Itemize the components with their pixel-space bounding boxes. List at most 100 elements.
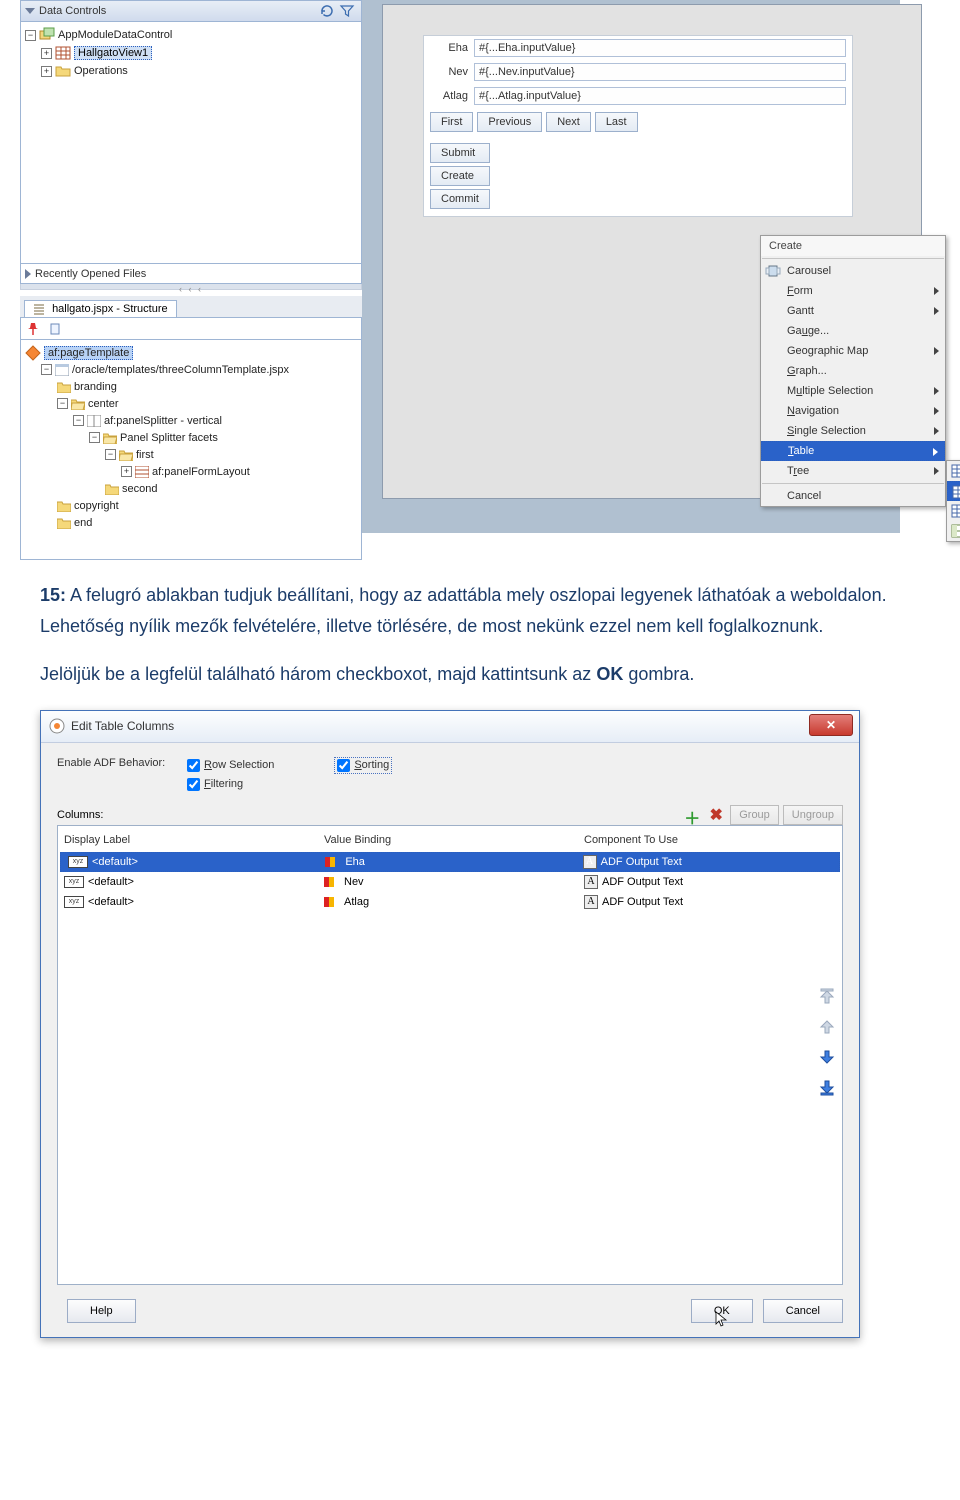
ctx-carousel[interactable]: Carousel bbox=[761, 261, 945, 281]
struct-label: af:panelSplitter - vertical bbox=[104, 415, 222, 427]
create-button[interactable]: Create bbox=[430, 166, 490, 186]
structure-tab[interactable]: hallgato.jspx - Structure bbox=[24, 300, 177, 317]
move-up-button[interactable] bbox=[816, 1016, 838, 1038]
struct-first[interactable]: − first bbox=[21, 446, 361, 463]
plus-icon[interactable]: + bbox=[121, 466, 132, 477]
reorder-arrows bbox=[816, 986, 838, 1098]
ctx-label: Graph... bbox=[787, 365, 827, 377]
ctx-geomap[interactable]: Geographic Map bbox=[761, 341, 945, 361]
struct-center[interactable]: −center bbox=[21, 395, 361, 412]
minus-icon[interactable]: − bbox=[41, 364, 52, 375]
row-selection-input[interactable] bbox=[187, 759, 200, 772]
filtering-checkbox[interactable]: Filtering bbox=[187, 778, 243, 791]
ctx-singlesel[interactable]: Single Selection bbox=[761, 421, 945, 441]
ctx-gantt[interactable]: Gantt bbox=[761, 301, 945, 321]
freeze-icon[interactable] bbox=[47, 321, 63, 337]
grid-row-eha[interactable]: xyz<default> Eha AADF Output Text bbox=[60, 852, 840, 872]
minus-icon[interactable]: − bbox=[73, 415, 84, 426]
sorting-checkbox[interactable]: Sorting bbox=[334, 757, 392, 774]
move-top-button[interactable] bbox=[816, 986, 838, 1008]
filter-icon[interactable] bbox=[339, 3, 355, 19]
refresh-icon[interactable] bbox=[319, 3, 335, 19]
close-button[interactable]: ✕ bbox=[809, 714, 853, 736]
atlag-input[interactable] bbox=[474, 87, 846, 105]
create-context-menu[interactable]: Create Carousel Form Gantt Gauge... Geog… bbox=[760, 235, 946, 507]
minus-icon[interactable]: − bbox=[25, 30, 36, 41]
eha-input[interactable] bbox=[474, 39, 846, 57]
last-button[interactable]: Last bbox=[595, 112, 638, 132]
move-bottom-button[interactable] bbox=[816, 1076, 838, 1098]
sub-readonly-table[interactable]: ADF Read-only Table... bbox=[947, 481, 960, 501]
ctx-form[interactable]: Form bbox=[761, 281, 945, 301]
struct-facets[interactable]: − Panel Splitter facets bbox=[21, 429, 361, 446]
grid-row-atlag[interactable]: xyz<default> Atlag AADF Output Text bbox=[60, 892, 840, 912]
sub-dynamic-table[interactable]: ADF Read-Only Dynamic Table bbox=[947, 501, 960, 521]
struct-copyright[interactable]: copyright bbox=[21, 497, 361, 514]
ctx-gauge[interactable]: Gauge... bbox=[761, 321, 945, 341]
template-icon bbox=[55, 364, 69, 376]
form-field-eha: Eha bbox=[424, 36, 852, 60]
submenu-arrow-icon bbox=[934, 287, 939, 295]
struct-label: Panel Splitter facets bbox=[120, 432, 218, 444]
sorting-input[interactable] bbox=[337, 759, 350, 772]
sub-pivot-table[interactable]: ADF Pivot Table... bbox=[947, 521, 960, 541]
ctx-nav[interactable]: Navigation bbox=[761, 401, 945, 421]
struct-second[interactable]: second bbox=[21, 480, 361, 497]
recent-files-header[interactable]: Recently Opened Files bbox=[20, 264, 362, 284]
struct-root[interactable]: af:pageTemplate bbox=[21, 344, 361, 361]
move-down-button[interactable] bbox=[816, 1046, 838, 1068]
folder-icon bbox=[55, 63, 71, 79]
structure-tree[interactable]: af:pageTemplate − /oracle/templates/thre… bbox=[20, 340, 362, 560]
splitter-handle[interactable]: ‹ ‹ ‹ bbox=[20, 284, 362, 290]
minus-icon[interactable]: − bbox=[89, 432, 100, 443]
expand-icon[interactable] bbox=[25, 269, 31, 279]
ctx-table[interactable]: Table bbox=[761, 441, 945, 461]
submenu-arrow-icon bbox=[934, 427, 939, 435]
submenu-arrow-icon bbox=[934, 467, 939, 475]
pin-icon[interactable] bbox=[25, 321, 41, 337]
tree-item-hallgato[interactable]: + HallgatoView1 bbox=[23, 44, 359, 62]
dialog-titlebar[interactable]: Edit Table Columns ✕ bbox=[41, 711, 859, 743]
first-button[interactable]: First bbox=[430, 112, 473, 132]
ctx-cancel[interactable]: Cancel bbox=[761, 486, 945, 506]
ctx-label: Form bbox=[787, 285, 813, 297]
struct-formlayout[interactable]: +af:panelFormLayout bbox=[21, 463, 361, 480]
add-column-button[interactable]: ＋ bbox=[682, 805, 702, 825]
collapse-icon[interactable] bbox=[25, 8, 35, 14]
ctx-tree[interactable]: Tree bbox=[761, 461, 945, 481]
ctx-multisel[interactable]: Multiple Selection bbox=[761, 381, 945, 401]
struct-splitter[interactable]: − af:panelSplitter - vertical bbox=[21, 412, 361, 429]
plus-icon[interactable]: + bbox=[41, 66, 52, 77]
previous-button[interactable]: Previous bbox=[477, 112, 542, 132]
structure-toolbar bbox=[20, 318, 362, 340]
tree-root-row[interactable]: − AppModuleDataControl bbox=[23, 26, 359, 44]
minus-icon[interactable]: − bbox=[57, 398, 68, 409]
table-icon bbox=[951, 463, 960, 479]
filtering-input[interactable] bbox=[187, 778, 200, 791]
data-controls-tree[interactable]: − AppModuleDataControl + HallgatoView1 +… bbox=[20, 22, 362, 264]
tree-item-operations[interactable]: + Operations bbox=[23, 62, 359, 80]
help-button[interactable]: Help bbox=[67, 1299, 136, 1323]
nev-input[interactable] bbox=[474, 63, 846, 81]
ctx-graph[interactable]: Graph... bbox=[761, 361, 945, 381]
struct-template[interactable]: − /oracle/templates/threeColumnTemplate.… bbox=[21, 361, 361, 378]
nav-button-row: First Previous Next Last bbox=[424, 108, 852, 139]
plus-icon[interactable]: + bbox=[41, 48, 52, 59]
table-submenu[interactable]: ADF Table... ADF Read-only Table... ADF … bbox=[946, 460, 960, 542]
cancel-button[interactable]: Cancel bbox=[763, 1299, 843, 1323]
struct-end[interactable]: end bbox=[21, 514, 361, 531]
remove-column-button[interactable]: ✖ bbox=[706, 805, 726, 825]
struct-branding[interactable]: branding bbox=[21, 378, 361, 395]
sub-adf-table[interactable]: ADF Table... bbox=[947, 461, 960, 481]
ctx-label: Gantt bbox=[787, 305, 814, 317]
row-selection-checkbox[interactable]: Row Selection bbox=[187, 757, 274, 774]
ungroup-button: Ungroup bbox=[783, 805, 843, 825]
minus-icon[interactable]: − bbox=[105, 449, 116, 460]
submit-button[interactable]: Submit bbox=[430, 143, 490, 163]
struct-label: first bbox=[136, 449, 154, 461]
flag-icon bbox=[325, 857, 341, 867]
struct-template-label: /oracle/templates/threeColumnTemplate.js… bbox=[72, 364, 289, 376]
grid-row-nev[interactable]: xyz<default> Nev AADF Output Text bbox=[60, 872, 840, 892]
next-button[interactable]: Next bbox=[546, 112, 591, 132]
commit-button[interactable]: Commit bbox=[430, 189, 490, 209]
